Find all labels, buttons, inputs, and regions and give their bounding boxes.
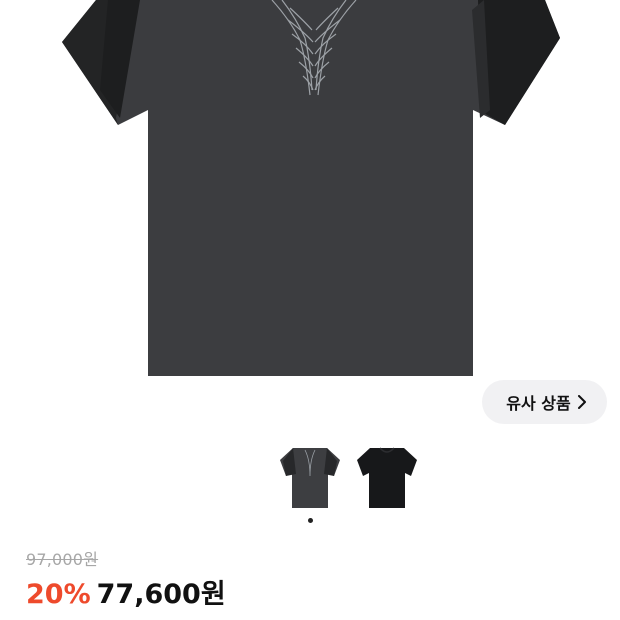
color-thumbnails: [0, 446, 620, 510]
similar-products-label: 유사 상품: [506, 394, 571, 413]
original-price: 97,000원: [26, 550, 99, 569]
discount-rate: 20%: [26, 579, 91, 610]
thumbnail-black-tshirt[interactable]: [356, 446, 418, 510]
price-row: 20% 77,600원: [26, 572, 226, 611]
sale-price: 77,600원: [96, 579, 226, 610]
product-image[interactable]: [0, 0, 620, 430]
similar-products-button[interactable]: 유사 상품: [482, 380, 607, 424]
tshirt-image: [62, 0, 560, 376]
thumbnail-gray-tshirt[interactable]: [279, 446, 341, 510]
pagination-dot-active[interactable]: [308, 518, 313, 523]
chevron-right-icon: [577, 395, 587, 409]
image-pagination: [0, 518, 620, 524]
